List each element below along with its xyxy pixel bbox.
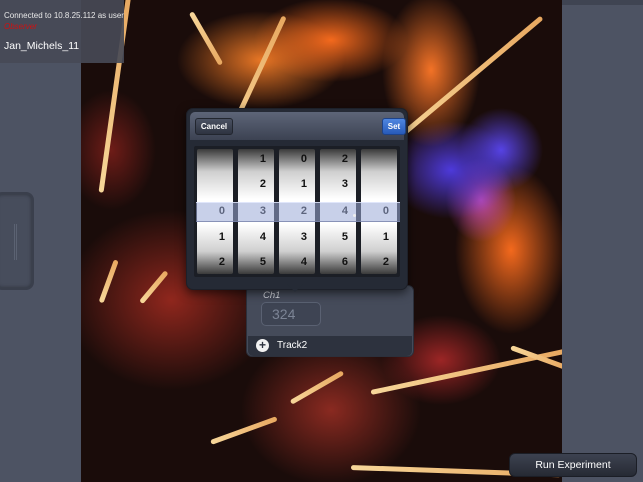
add-track-row[interactable]: + Track2 [248, 336, 412, 356]
wheel-digit: 3 [259, 205, 266, 217]
track-panel: Ch1 324 + Track2 [246, 285, 414, 357]
wheel-digit: 5 [341, 231, 348, 243]
picker-wheel-5[interactable]: 0 1 2 [361, 149, 397, 274]
app-window: Connected to 10.8.25.112 as user Observe… [0, 0, 643, 482]
number-picker-popover: Cancel Set 0 1 2 1 2 3 4 5 0 1 2 3 4 2 3… [186, 108, 408, 290]
wheel-digit: 1 [300, 178, 307, 190]
picker-wheel-1[interactable]: 0 1 2 [197, 149, 233, 274]
bristle [98, 259, 119, 304]
wheel-digit: 4 [300, 256, 307, 268]
connection-info: Connected to 10.8.25.112 as user Observe… [0, 0, 124, 63]
right-panel [562, 0, 643, 482]
connection-status: Connected to 10.8.25.112 as user [4, 11, 124, 20]
wheel-digit: 2 [300, 205, 307, 217]
connection-warning: Observer [4, 22, 37, 31]
picker-wheel-2[interactable]: 1 2 3 4 5 [238, 149, 274, 274]
wheel-digit: 3 [300, 231, 307, 243]
wheel-digit: 2 [341, 153, 348, 165]
picker-wheels: 0 1 2 1 2 3 4 5 0 1 2 3 4 2 3 4 5 6 0 1 … [194, 146, 400, 277]
wheel-digit: 0 [382, 205, 389, 217]
cancel-button[interactable]: Cancel [195, 118, 233, 135]
wheel-digit: 1 [259, 153, 266, 165]
bristle [139, 270, 169, 305]
channel-label: Ch1 [263, 290, 281, 301]
wheel-digit: 0 [218, 205, 225, 217]
picker-toolbar: Cancel Set [190, 112, 406, 140]
wheel-digit: 5 [259, 256, 266, 268]
picker-wheel-4[interactable]: 2 3 4 5 6 [320, 149, 356, 274]
sidebar-drag-handle[interactable] [0, 192, 34, 290]
wheel-digit: 1 [382, 231, 389, 243]
username-label: Jan_Michels_11 [4, 40, 80, 52]
wheel-digit: 6 [341, 256, 348, 268]
channel-value-field[interactable]: 324 [261, 302, 321, 326]
plus-icon[interactable]: + [256, 339, 269, 352]
right-panel-divider [562, 0, 643, 5]
wheel-digit: 2 [218, 256, 225, 268]
bristle [289, 370, 345, 405]
decimal-point [353, 214, 356, 217]
wheel-digit: 1 [218, 231, 225, 243]
add-track-label: Track2 [277, 340, 308, 351]
wheel-digit: 3 [341, 178, 348, 190]
wheel-digit: 4 [341, 205, 348, 217]
picker-wheel-3[interactable]: 0 1 2 3 4 [279, 149, 315, 274]
bristle [210, 416, 278, 445]
wheel-digit: 4 [259, 231, 266, 243]
grip-icon [14, 224, 17, 260]
popover-arrow [287, 284, 303, 292]
wheel-digit: 2 [382, 256, 389, 268]
bristle [188, 11, 224, 66]
set-button[interactable]: Set [382, 118, 406, 135]
wheel-digit: 2 [259, 178, 266, 190]
run-experiment-button[interactable]: Run Experiment [509, 453, 637, 477]
wheel-digit: 0 [300, 153, 307, 165]
